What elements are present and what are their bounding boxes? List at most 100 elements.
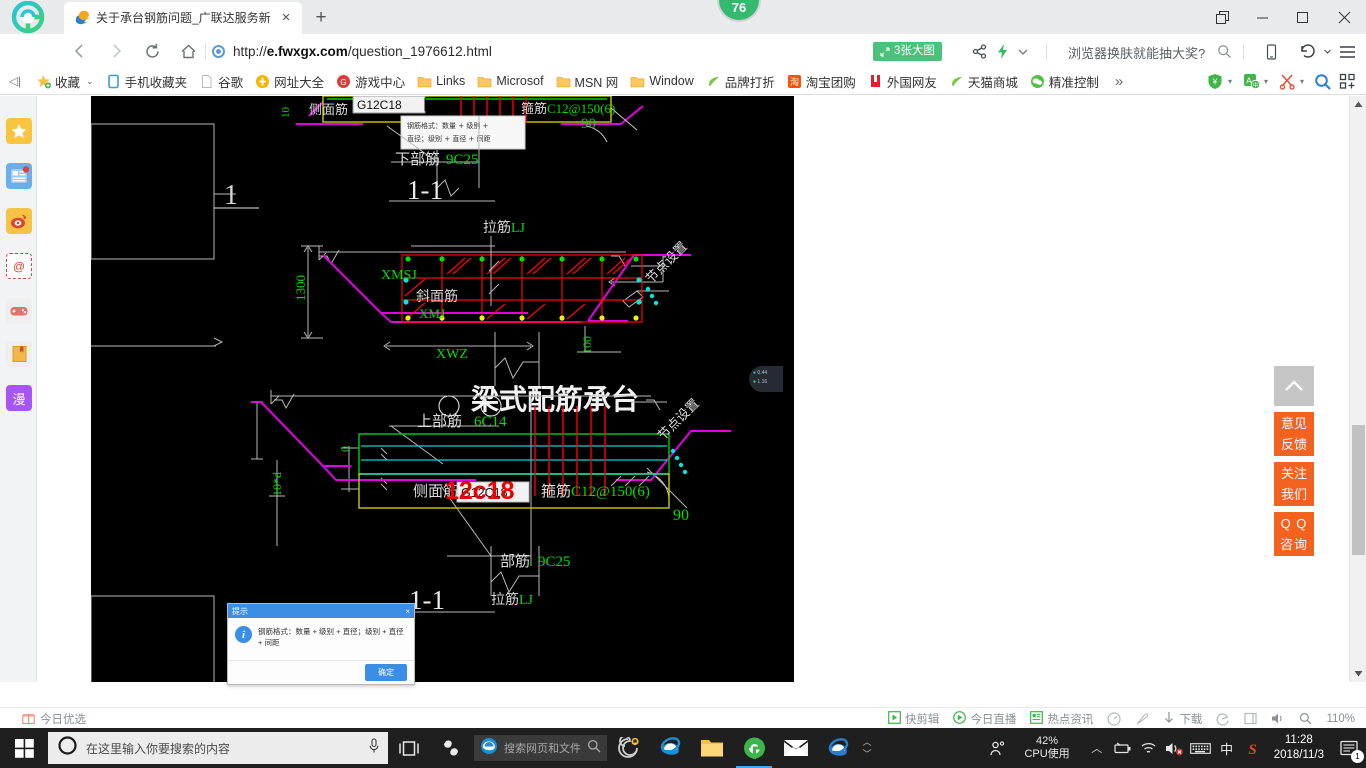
- bookmarks-collapse-icon[interactable]: ◁|: [0, 74, 30, 88]
- feedback-button[interactable]: 意见 反馈: [1274, 412, 1314, 456]
- chevron-down-icon[interactable]: ▾: [1300, 77, 1310, 86]
- quick-edit-button[interactable]: 快剪辑: [883, 710, 945, 727]
- bookmark-item-brand-sale[interactable]: 品牌打折: [700, 69, 781, 94]
- promo-banner[interactable]: 浏览器换肤就能抽大奖?: [1068, 43, 1205, 62]
- bookmark-item-foreign-friends[interactable]: 外国网友: [862, 69, 943, 94]
- bookmark-item-hao[interactable]: 网址大全: [249, 69, 330, 94]
- taskbar-app-explorer[interactable]: [691, 728, 733, 768]
- share-icon[interactable]: [968, 41, 990, 62]
- notification-center-button[interactable]: 1: [1332, 728, 1366, 768]
- weibo-icon[interactable]: [6, 208, 32, 234]
- browser-tab[interactable]: 关于承台钢筋问题_广联达服务新 ×: [64, 2, 302, 34]
- forward-button[interactable]: [102, 37, 130, 65]
- mobile-view-icon[interactable]: [1260, 41, 1282, 62]
- bookmark-item-favorites[interactable]: 收藏 ⌄: [30, 69, 100, 94]
- speed-icon[interactable]: [1102, 711, 1126, 726]
- dialog-close-icon[interactable]: ×: [405, 607, 410, 616]
- mic-icon[interactable]: [368, 737, 380, 759]
- sogou-icon[interactable]: S: [1240, 728, 1266, 768]
- magnifier-icon[interactable]: [1312, 71, 1334, 93]
- start-button[interactable]: [0, 728, 48, 768]
- bookmark-item-msn[interactable]: MSN 网: [550, 69, 625, 94]
- live-today-button[interactable]: 今日直播: [948, 710, 1021, 727]
- people-icon[interactable]: [984, 728, 1010, 768]
- ime-chinese-icon[interactable]: 中: [1214, 728, 1240, 768]
- history-caret-icon[interactable]: [1316, 41, 1338, 62]
- search-icon[interactable]: [1213, 41, 1235, 62]
- bookmark-item-google[interactable]: 谷歌: [193, 69, 249, 94]
- back-button[interactable]: [66, 37, 94, 65]
- bookmark-item-microsoft[interactable]: Microsof: [471, 69, 549, 94]
- menu-icon[interactable]: [1336, 41, 1358, 62]
- apps-grid-icon[interactable]: [1336, 71, 1358, 93]
- chevron-down-icon[interactable]: ▾: [1228, 77, 1238, 86]
- bookmark-item-mobile-favorites[interactable]: 手机收藏夹: [100, 69, 194, 94]
- taskbar-app-edge[interactable]: [817, 728, 859, 768]
- rocket-icon[interactable]: [1130, 712, 1154, 726]
- bookmark-item-tmall[interactable]: 天猫商城: [943, 69, 1024, 94]
- novel-book-icon[interactable]: [6, 341, 32, 367]
- restore-down-button[interactable]: [1202, 0, 1242, 34]
- bookmark-item-window[interactable]: Window: [624, 69, 699, 94]
- mail-icon[interactable]: @: [6, 253, 32, 279]
- zoom-level[interactable]: 110%: [1321, 713, 1360, 725]
- scroll-down-arrow-icon[interactable]: [1350, 665, 1366, 682]
- reload-button[interactable]: [138, 37, 166, 65]
- qq-consult-button[interactable]: Q Q 咨询: [1274, 512, 1314, 556]
- taskbar-app-spiral[interactable]: [607, 728, 649, 768]
- home-button[interactable]: [174, 37, 202, 65]
- status-left[interactable]: 今日优选: [0, 711, 86, 727]
- search-icon[interactable]: [587, 739, 601, 758]
- zoom-search-icon[interactable]: [1294, 712, 1317, 725]
- bookmark-item-links[interactable]: Links: [411, 69, 471, 94]
- chevron-down-icon[interactable]: [1012, 41, 1034, 62]
- video-stats-chip[interactable]: ● 0.44 ● 1.16: [749, 366, 783, 392]
- scissors-icon[interactable]: [1276, 71, 1298, 93]
- back-to-top-button[interactable]: [1274, 366, 1314, 406]
- chevron-down-icon[interactable]: ⌄: [86, 76, 94, 87]
- big-picture-button[interactable]: 3张大图: [873, 42, 942, 61]
- cpu-usage-indicator[interactable]: 42% CPU使用: [1010, 735, 1083, 761]
- minimize-button[interactable]: [1242, 0, 1282, 34]
- browser-e-icon[interactable]: [1211, 712, 1235, 726]
- favorites-star-icon[interactable]: [6, 118, 32, 144]
- ie-search-box[interactable]: 搜索网页和文件: [474, 735, 607, 761]
- lightning-icon[interactable]: [991, 41, 1013, 62]
- bookmark-item-taobao[interactable]: 淘 淘宝团购: [781, 69, 862, 94]
- task-view-button[interactable]: [388, 728, 430, 768]
- news-feed-icon[interactable]: [6, 163, 32, 189]
- game-pad-icon[interactable]: [6, 298, 32, 324]
- clock[interactable]: 11:28 2018/11/3: [1266, 733, 1332, 763]
- window-split-icon[interactable]: [1239, 712, 1262, 725]
- vertical-scrollbar[interactable]: [1349, 96, 1366, 682]
- new-tab-button[interactable]: +: [308, 5, 334, 31]
- chevron-down-icon[interactable]: ▾: [1264, 77, 1274, 86]
- score-badge[interactable]: 76: [717, 0, 761, 22]
- address-bar[interactable]: http://e.fwxgx.com/question_1976612.html: [212, 38, 852, 64]
- maximize-button[interactable]: [1282, 0, 1322, 34]
- downloads-button[interactable]: 下载: [1158, 711, 1207, 727]
- comic-icon[interactable]: 漫: [6, 385, 32, 411]
- taskbar-overflow-scroller[interactable]: ︿ ﹀: [859, 736, 875, 760]
- taskbar-app-ie[interactable]: [649, 728, 691, 768]
- follow-us-button[interactable]: 关注 我们: [1274, 462, 1314, 506]
- close-button[interactable]: [1322, 0, 1366, 34]
- translate-icon[interactable]: A中: [1240, 71, 1262, 93]
- volume-muted-icon[interactable]: [1162, 728, 1188, 768]
- shield-yuan-icon[interactable]: ¥: [1204, 71, 1226, 93]
- taskbar-app-s-button[interactable]: [430, 728, 472, 768]
- hot-news-button[interactable]: 热点资讯: [1025, 710, 1098, 727]
- wifi-icon[interactable]: [1136, 728, 1162, 768]
- bookmark-item-precise-control[interactable]: 精准控制: [1024, 69, 1105, 94]
- tray-expand-chevron-icon[interactable]: ︿: [1084, 740, 1110, 756]
- tab-close-icon[interactable]: ×: [276, 8, 296, 28]
- keyboard-icon[interactable]: [1188, 728, 1214, 768]
- volume-icon[interactable]: [1266, 712, 1290, 725]
- bookmarks-overflow-button[interactable]: »: [1105, 73, 1133, 90]
- vertical-scroll-thumb[interactable]: [1352, 425, 1365, 555]
- cortana-search-box[interactable]: 在这里输入你要搜索的内容: [48, 732, 388, 764]
- scroll-up-arrow-icon[interactable]: [1350, 96, 1366, 113]
- taskbar-app-browser-active[interactable]: [733, 728, 775, 768]
- dialog-ok-button[interactable]: 确定: [365, 664, 407, 681]
- taskbar-app-mail[interactable]: [775, 728, 817, 768]
